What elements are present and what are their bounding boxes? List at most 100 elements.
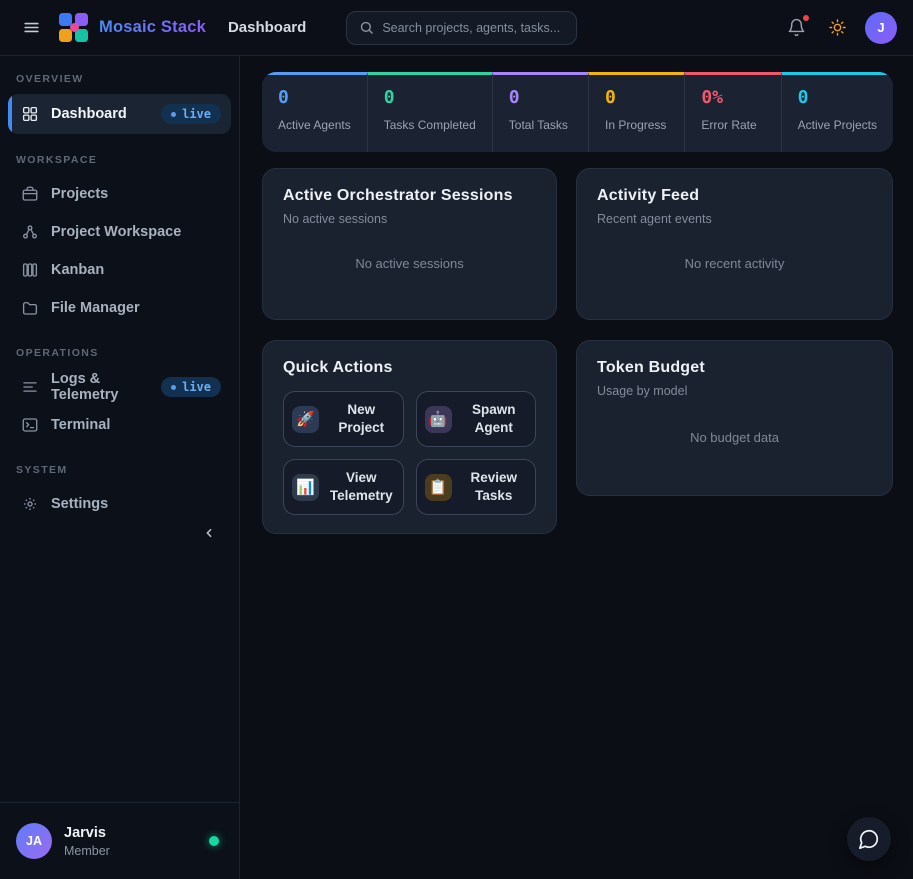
user-card[interactable]: JA Jarvis Member — [0, 802, 239, 879]
app-window: Mosaic Stack Dashboard J OVERVIEW — [0, 0, 913, 879]
section-label-overview: OVERVIEW — [16, 73, 223, 85]
nodes-icon — [21, 223, 39, 241]
stat-value: 0 — [278, 87, 351, 109]
card-title: Activity Feed — [597, 187, 872, 205]
empty-state: No active sessions — [283, 226, 536, 301]
sidebar-item-terminal[interactable]: Terminal — [8, 406, 231, 444]
search-input[interactable] — [382, 21, 564, 35]
stats-row: 0 Active Agents 0 Tasks Completed 0 Tota… — [262, 72, 893, 152]
header-actions: J — [783, 12, 897, 44]
sidebar-item-label: Kanban — [51, 262, 104, 278]
section-label-operations: OPERATIONS — [16, 347, 223, 359]
sidebar-item-label: Projects — [51, 186, 108, 202]
stat-label: Error Rate — [701, 118, 764, 132]
action-label: View Telemetry — [328, 469, 395, 504]
rocket-icon: 🚀 — [292, 406, 319, 433]
folder-icon — [21, 299, 39, 317]
hamburger-icon — [22, 18, 41, 37]
main-content: 0 Active Agents 0 Tasks Completed 0 Tota… — [240, 56, 913, 879]
top-header: Mosaic Stack Dashboard J — [0, 0, 913, 56]
sidebar-item-project-workspace[interactable]: Project Workspace — [8, 213, 231, 251]
mosaic-logo-icon — [59, 13, 89, 43]
user-avatar-button[interactable]: J — [865, 12, 897, 44]
sidebar-item-label: File Manager — [51, 300, 140, 316]
notifications-button[interactable] — [783, 14, 810, 41]
sidebar-item-kanban[interactable]: Kanban — [8, 251, 231, 289]
stat-in-progress: 0 In Progress — [588, 72, 684, 152]
user-role: Member — [64, 844, 110, 858]
stat-value: 0 — [384, 87, 476, 109]
stat-value: 0 — [605, 87, 668, 109]
stat-label: Active Projects — [798, 118, 877, 132]
stat-active-projects: 0 Active Projects — [781, 72, 893, 152]
sidebar-item-file-manager[interactable]: File Manager — [8, 289, 231, 327]
terminal-icon — [21, 416, 39, 434]
bar-chart-icon: 📊 — [292, 474, 319, 501]
sidebar-item-projects[interactable]: Projects — [8, 175, 231, 213]
columns-icon — [21, 261, 39, 279]
card-subtitle: Recent agent events — [597, 212, 872, 226]
sidebar-item-logs-telemetry[interactable]: Logs & Telemetry live — [8, 368, 231, 406]
live-dot-icon — [171, 112, 176, 117]
stat-active-agents: 0 Active Agents — [262, 72, 367, 152]
stat-label: Active Agents — [278, 118, 351, 132]
activity-feed-card: Activity Feed Recent agent events No rec… — [576, 168, 893, 320]
card-subtitle: No active sessions — [283, 212, 536, 226]
chat-bubble-icon — [858, 828, 880, 850]
brand: Mosaic Stack — [59, 13, 206, 43]
menu-button[interactable] — [18, 14, 45, 41]
stat-value: 0 — [798, 87, 877, 109]
search-icon — [359, 20, 374, 35]
live-badge: live — [161, 377, 221, 397]
stat-value: 0% — [701, 87, 764, 109]
stat-value: 0 — [509, 87, 572, 109]
sidebar-item-settings[interactable]: Settings — [8, 485, 231, 523]
stat-label: Total Tasks — [509, 118, 572, 132]
user-info: Jarvis Member — [64, 825, 110, 858]
bell-icon — [787, 18, 806, 37]
grid-icon — [21, 105, 39, 123]
live-badge: live — [161, 104, 221, 124]
sidebar-item-label: Dashboard — [51, 106, 127, 122]
quick-actions-grid: 🚀 New Project 🤖 Spawn Agent 📊 View Telem… — [283, 391, 536, 515]
user-name: Jarvis — [64, 825, 110, 841]
stat-total-tasks: 0 Total Tasks — [492, 72, 588, 152]
briefcase-icon — [21, 185, 39, 203]
view-telemetry-button[interactable]: 📊 View Telemetry — [283, 459, 404, 515]
sidebar-item-label: Logs & Telemetry — [51, 371, 149, 403]
sidebar-item-label: Terminal — [51, 417, 110, 433]
stat-label: In Progress — [605, 118, 668, 132]
brand-name: Mosaic Stack — [99, 18, 206, 37]
notification-dot — [803, 15, 809, 21]
online-status-dot — [209, 836, 219, 846]
chevron-left-icon — [201, 525, 217, 541]
action-label: Review Tasks — [461, 469, 528, 504]
sun-icon — [828, 18, 847, 37]
stat-label: Tasks Completed — [384, 118, 476, 132]
chat-fab-button[interactable] — [847, 817, 891, 861]
gear-icon — [21, 495, 39, 513]
spawn-agent-button[interactable]: 🤖 Spawn Agent — [416, 391, 537, 447]
action-label: New Project — [328, 401, 395, 436]
search-bar[interactable] — [346, 11, 577, 45]
logs-icon — [21, 378, 39, 396]
sidebar-nav: OVERVIEW Dashboard live WORKSPACE Projec… — [0, 56, 239, 802]
empty-state: No recent activity — [597, 226, 872, 301]
sidebar-collapse-button[interactable] — [195, 519, 223, 550]
breadcrumb: Dashboard — [228, 19, 306, 36]
token-budget-card: Token Budget Usage by model No budget da… — [576, 340, 893, 496]
live-dot-icon — [171, 385, 176, 390]
card-subtitle: Usage by model — [597, 384, 872, 398]
sidebar: OVERVIEW Dashboard live WORKSPACE Projec… — [0, 56, 240, 879]
robot-icon: 🤖 — [425, 406, 452, 433]
new-project-button[interactable]: 🚀 New Project — [283, 391, 404, 447]
review-tasks-button[interactable]: 📋 Review Tasks — [416, 459, 537, 515]
sessions-card: Active Orchestrator Sessions No active s… — [262, 168, 557, 320]
card-title: Quick Actions — [283, 359, 536, 377]
sidebar-item-dashboard[interactable]: Dashboard live — [8, 94, 231, 134]
clipboard-icon: 📋 — [425, 474, 452, 501]
theme-toggle-button[interactable] — [824, 14, 851, 41]
stat-tasks-completed: 0 Tasks Completed — [367, 72, 492, 152]
sidebar-item-label: Project Workspace — [51, 224, 181, 240]
section-label-system: SYSTEM — [16, 464, 223, 476]
